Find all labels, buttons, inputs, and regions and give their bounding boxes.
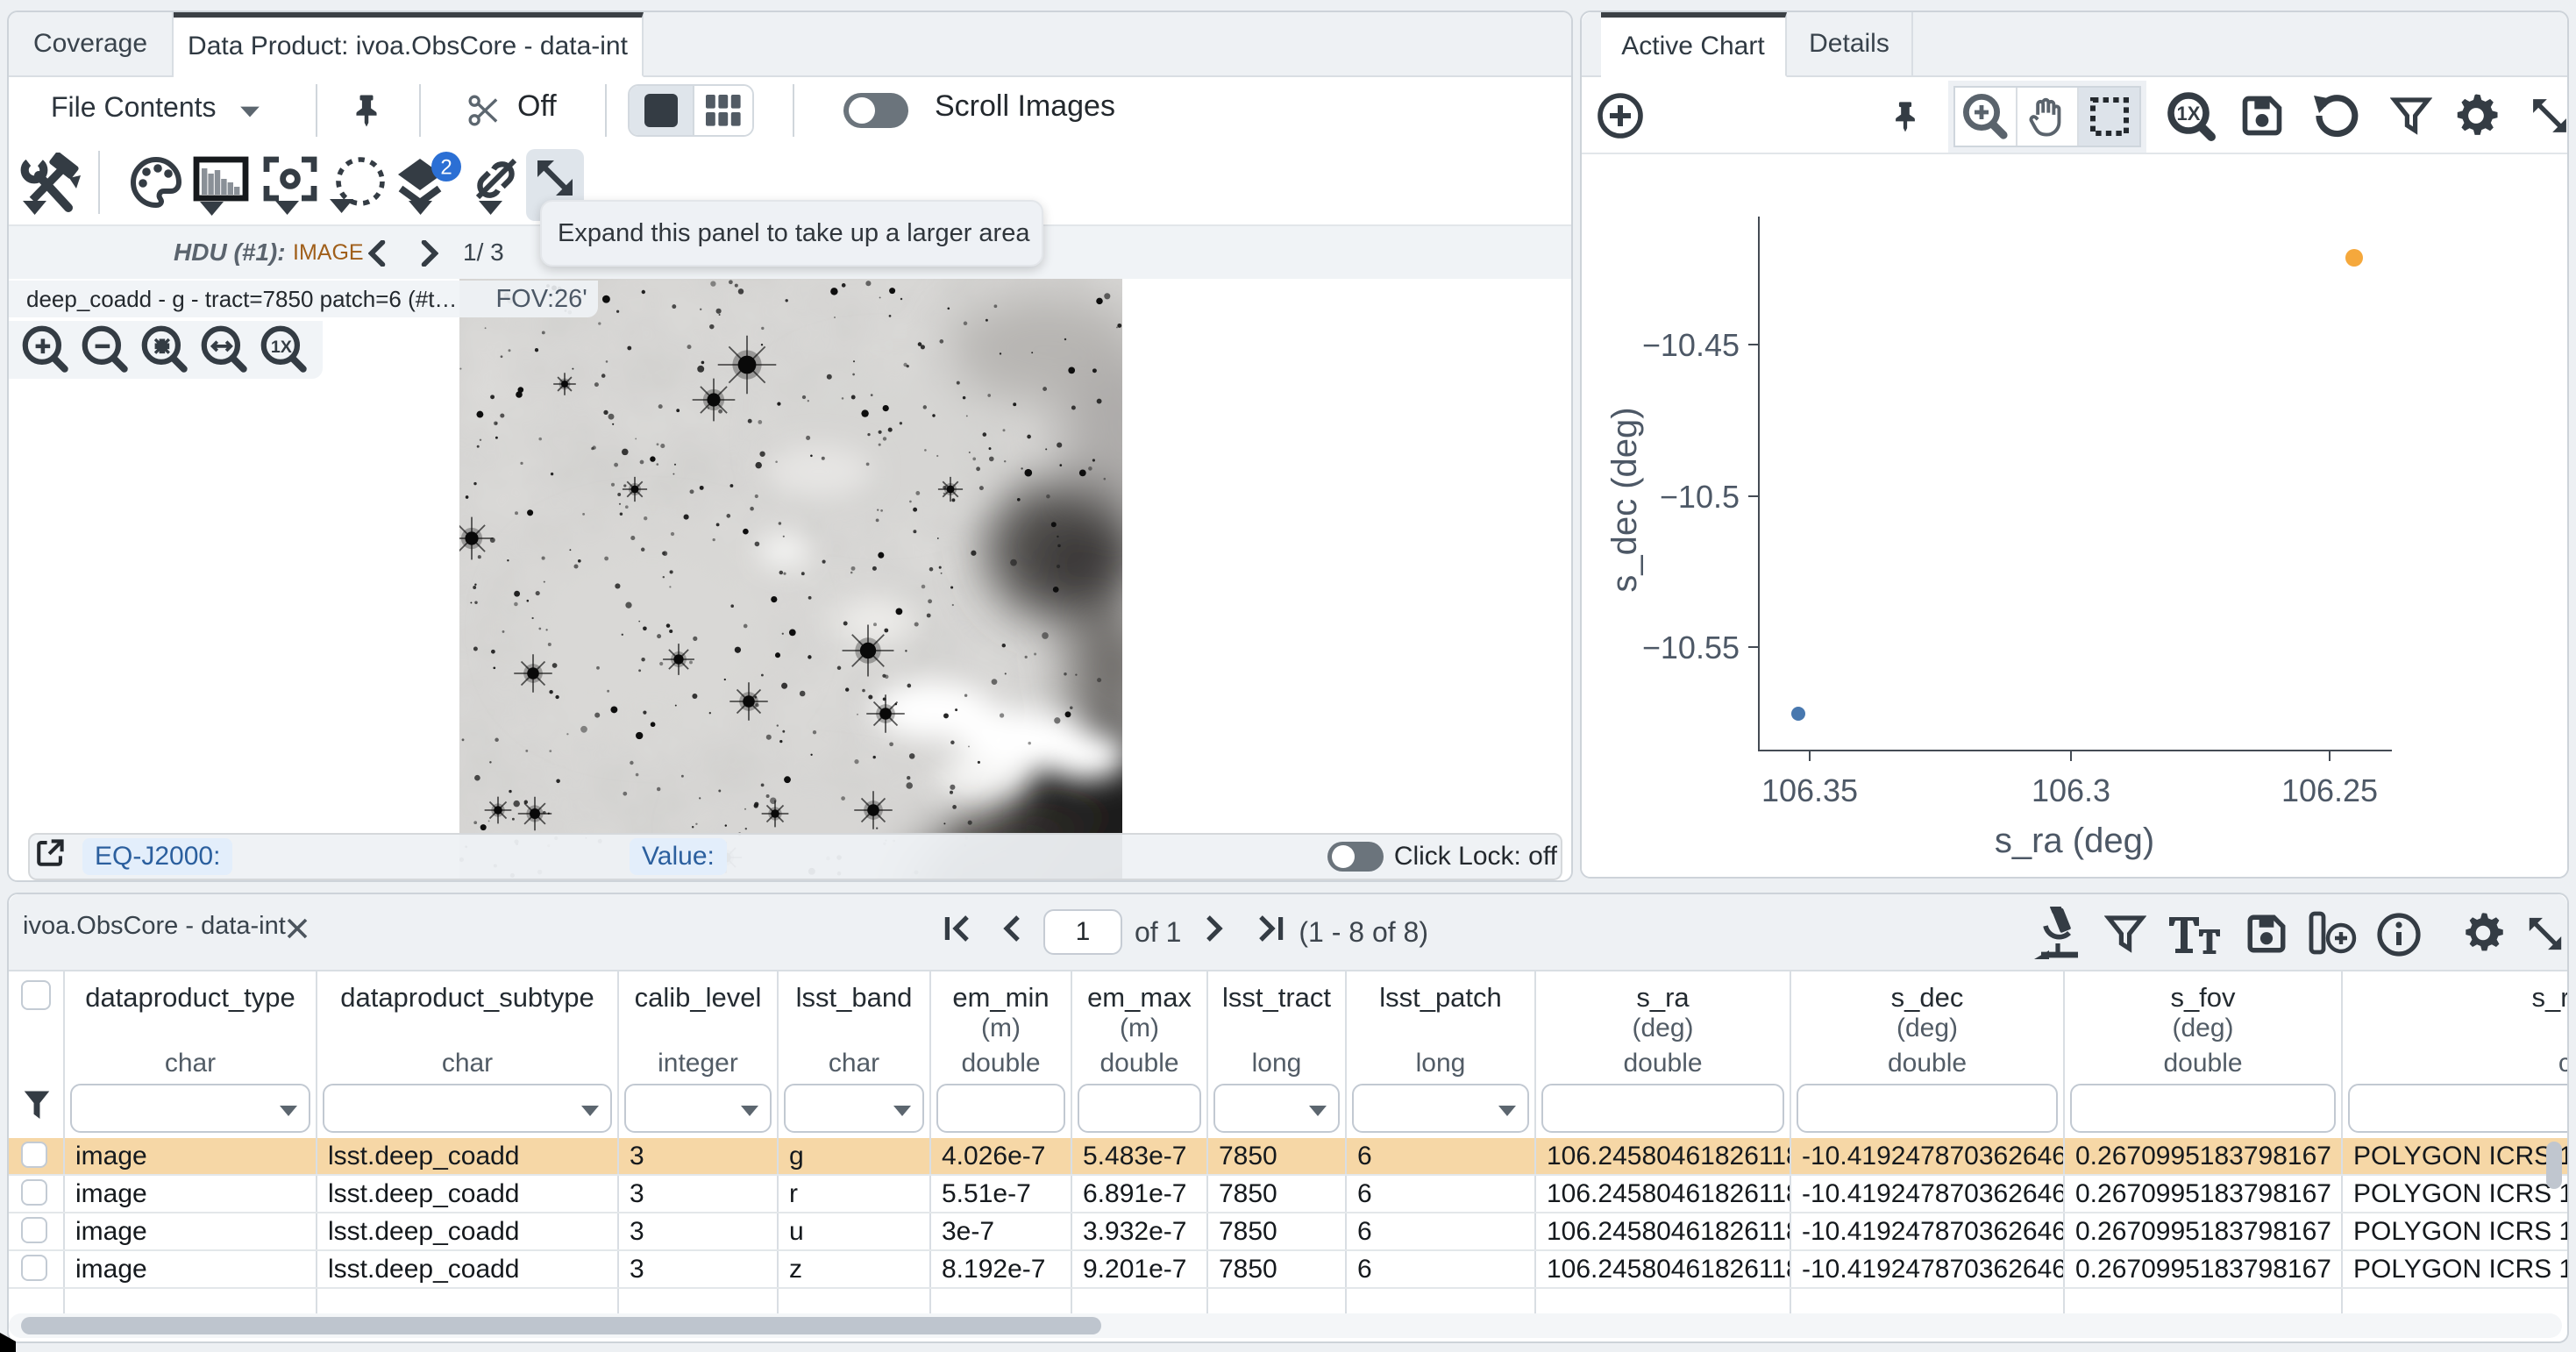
svg-text:1X: 1X: [271, 338, 292, 357]
svg-text:106.3: 106.3: [2032, 772, 2110, 808]
svg-text:1X: 1X: [2177, 103, 2201, 125]
svg-text:−10.5: −10.5: [1660, 479, 1740, 515]
svg-text:−10.55: −10.55: [1642, 630, 1740, 665]
svg-text:106.35: 106.35: [1761, 772, 1858, 808]
svg-text:s_ra (deg): s_ra (deg): [1995, 822, 2154, 860]
svg-text:s_dec (deg): s_dec (deg): [1605, 407, 1644, 592]
svg-text:2: 2: [440, 155, 452, 179]
svg-text:−10.45: −10.45: [1642, 327, 1740, 363]
svg-text:106.25: 106.25: [2281, 772, 2378, 808]
